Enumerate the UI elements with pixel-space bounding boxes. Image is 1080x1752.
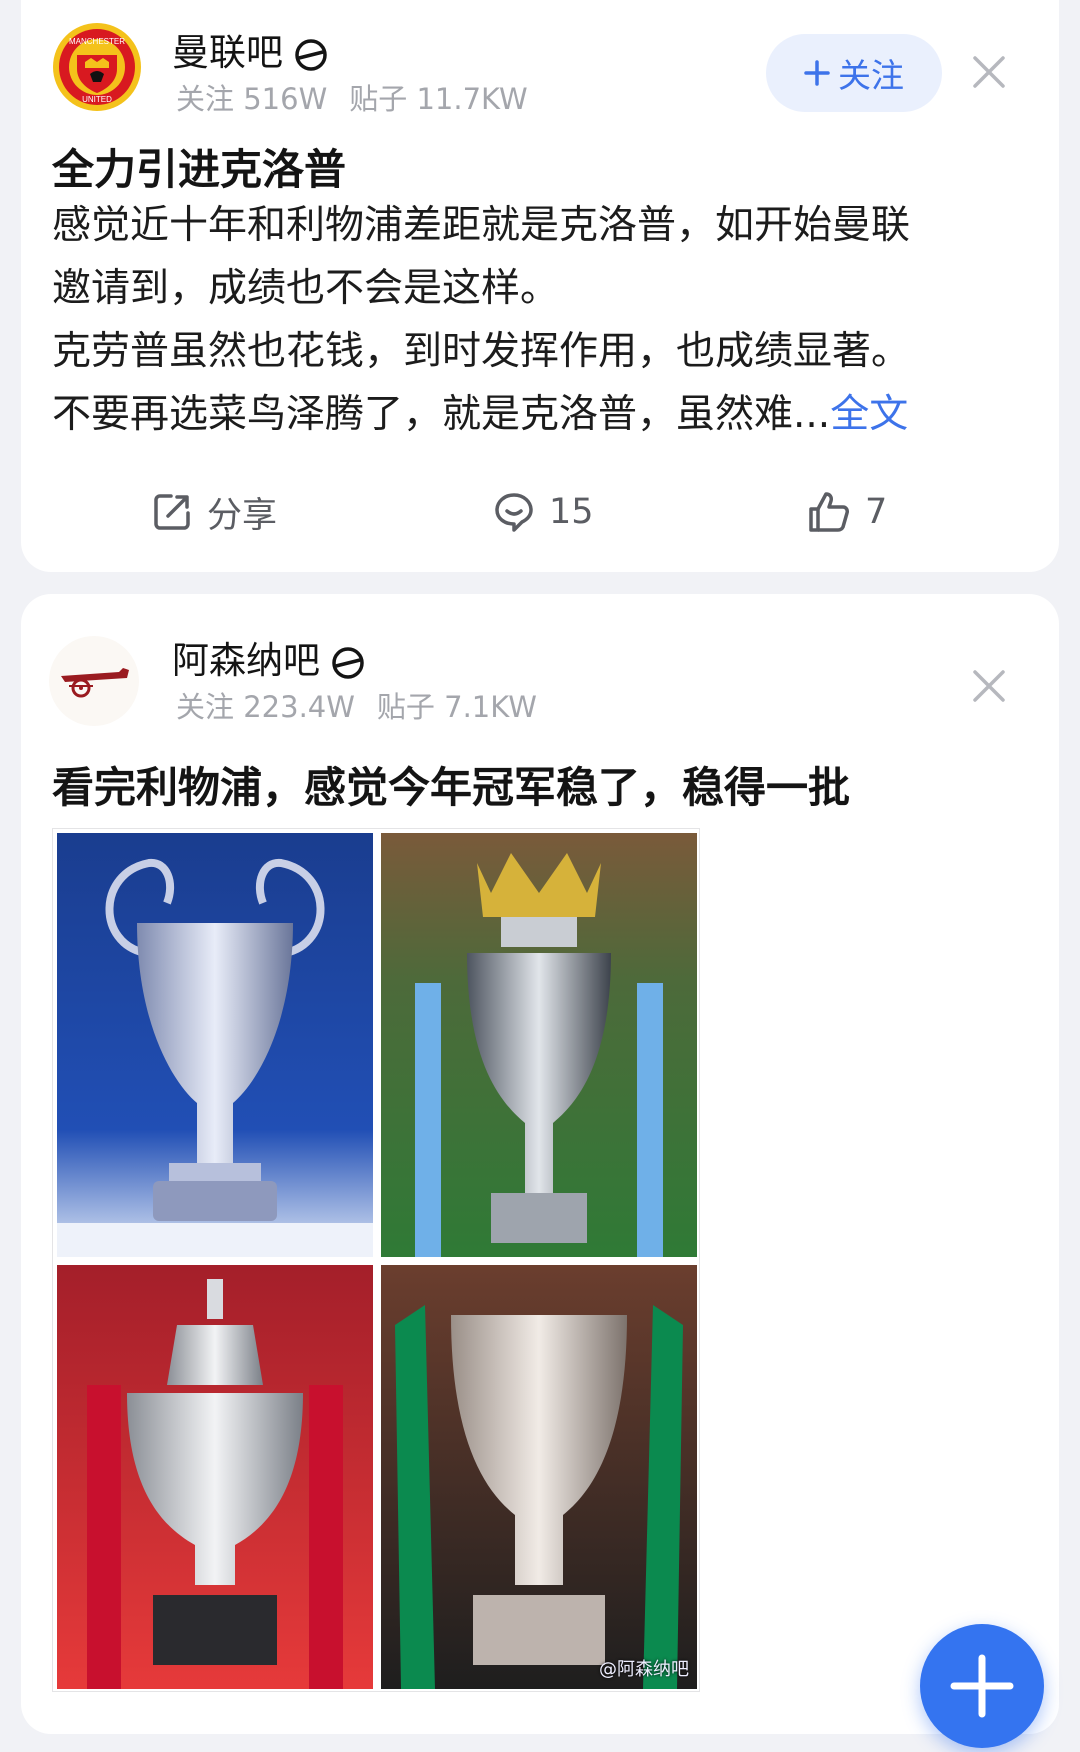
post-body-last-line: 不要再选菜鸟泽腾了，就是克洛普，虽然难...全文 — [52, 383, 1037, 446]
forum-stats: 关注 223.4W 贴子 7.1KW — [176, 684, 537, 726]
post-body-line: 不要再选菜鸟泽腾了，就是克洛普，虽然难... — [52, 392, 831, 437]
forum-name[interactable]: 阿森纳吧 — [172, 630, 366, 684]
forum-stats: 关注 516W 贴子 11.7KW — [176, 76, 528, 118]
thumbs-up-icon — [809, 492, 849, 532]
post-body-line: 克劳普虽然也花钱，到时发挥作用，也成绩显著。 — [52, 329, 911, 374]
trophy-image — [57, 1265, 373, 1689]
trophy-image — [381, 1265, 697, 1689]
posts-count: 贴子 11.7KW — [349, 82, 528, 116]
close-icon[interactable] — [969, 52, 1009, 92]
official-badge-icon — [332, 646, 364, 679]
premier-league-trophy-image[interactable] — [381, 833, 697, 1257]
post-title[interactable]: 全力引进克洛普 — [52, 136, 346, 197]
post-body-line: 感觉近十年和利物浦差距就是克洛普，如开始曼联 — [52, 203, 911, 248]
share-label: 分享 — [207, 495, 278, 536]
fa-cup-trophy-image[interactable] — [57, 1265, 373, 1689]
post-card[interactable]: 阿森纳吧 关注 223.4W 贴子 7.1KW 看完利物浦，感觉今年冠军稳了，稳得… — [21, 594, 1059, 1734]
post-title[interactable]: 看完利物浦，感觉今年冠军稳了，稳得一批 — [52, 754, 850, 815]
manchester-united-crest-icon: MANCHESTER UNITED — [53, 23, 141, 111]
post-card[interactable]: MANCHESTER UNITED 曼联吧 关注 516W 贴子 11.7KW 关… — [21, 0, 1059, 572]
share-button[interactable]: 分享 — [151, 482, 277, 542]
svg-text:MANCHESTER: MANCHESTER — [69, 37, 125, 46]
post-action-bar: 分享 15 7 — [21, 482, 1059, 542]
plus-icon — [950, 1654, 1014, 1718]
follow-button[interactable]: 关注 — [766, 34, 942, 112]
full-text-link[interactable]: 全文 — [830, 392, 908, 437]
forum-avatar[interactable] — [49, 636, 139, 726]
post-image-grid[interactable]: @阿森纳吧 — [52, 828, 700, 1692]
forum-avatar[interactable]: MANCHESTER UNITED — [52, 22, 142, 112]
forum-name-text[interactable]: 阿森纳吧 — [172, 639, 320, 682]
post-body[interactable]: 感觉近十年和利物浦差距就是克洛普，如开始曼联 邀请到，成绩也不会是这样。 克劳普… — [52, 194, 1037, 446]
carabao-cup-trophy-image[interactable]: @阿森纳吧 — [381, 1265, 697, 1689]
create-post-button[interactable] — [920, 1624, 1044, 1748]
close-icon[interactable] — [969, 666, 1009, 706]
trophy-image — [57, 833, 373, 1257]
comment-count: 15 — [549, 492, 594, 532]
official-badge-icon — [295, 38, 327, 71]
arsenal-cannon-icon — [61, 668, 129, 698]
image-watermark: @阿森纳吧 — [599, 1659, 689, 1680]
like-button[interactable]: 7 — [807, 482, 887, 542]
followers-count: 关注 516W — [176, 82, 328, 116]
like-count: 7 — [865, 492, 888, 532]
trophy-image — [381, 833, 697, 1257]
svg-text:UNITED: UNITED — [82, 95, 112, 104]
comment-icon — [495, 493, 533, 532]
share-icon — [154, 494, 190, 530]
forum-name[interactable]: 曼联吧 — [172, 22, 329, 76]
posts-count: 贴子 7.1KW — [376, 690, 537, 724]
comment-button[interactable]: 15 — [493, 482, 594, 542]
forum-name-text[interactable]: 曼联吧 — [172, 31, 283, 74]
plus-icon — [804, 60, 830, 86]
champions-league-trophy-image[interactable] — [57, 833, 373, 1257]
follow-label: 关注 — [838, 56, 904, 95]
post-body-line: 邀请到，成绩也不会是这样。 — [52, 266, 560, 311]
followers-count: 关注 223.4W — [176, 690, 355, 724]
